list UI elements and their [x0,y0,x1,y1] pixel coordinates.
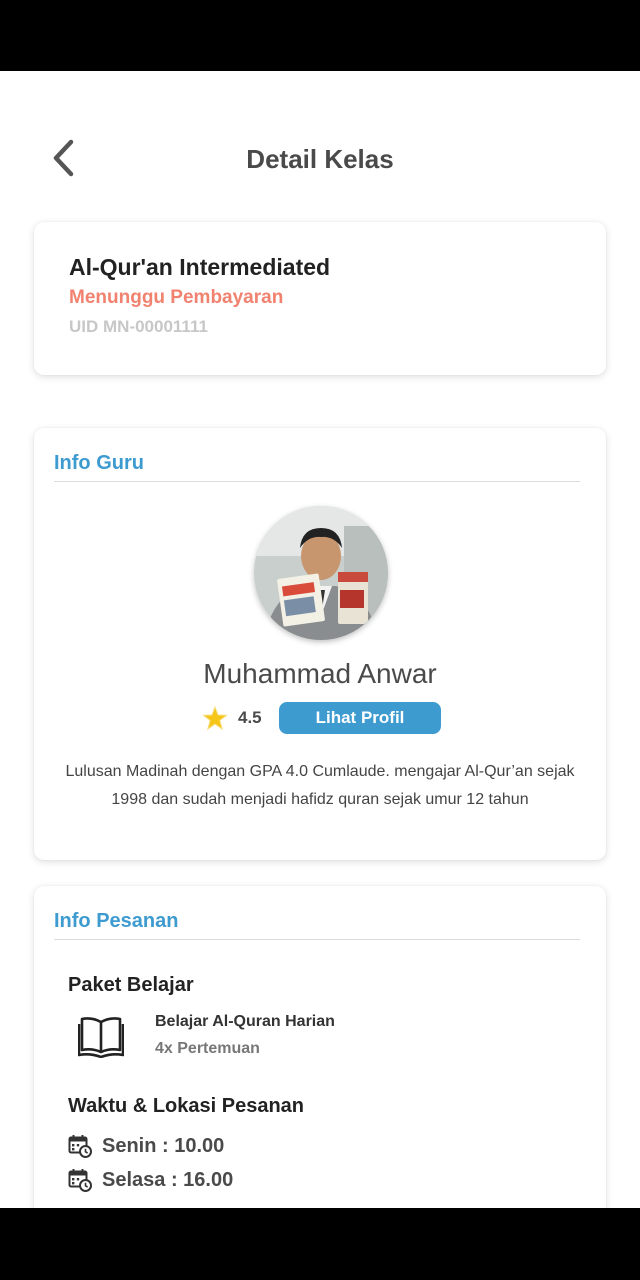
rating: 4.5 [202,702,262,734]
schedule-text: Senin : 10.00 [102,1134,225,1157]
status-bar [0,0,640,71]
package-name: Belajar Al-Quran Harian [155,1013,335,1030]
section-title-order: Info Pesanan [54,910,179,932]
header: Detail Kelas [0,120,640,200]
teacher-avatar [254,506,388,640]
rating-value: 4.5 [238,708,262,727]
schedule-item: Senin : 10.00 [68,1133,224,1159]
order-card: Info Pesanan Paket Belajar Belajar Al-Qu… [34,886,606,1226]
star-icon [202,705,228,731]
divider [54,939,580,940]
package-label: Paket Belajar [68,974,194,996]
class-status: Menunggu Pembayaran [69,287,284,308]
schedule-label: Waktu & Lokasi Pesanan [68,1095,304,1117]
schedule-item: Selasa : 16.00 [68,1167,233,1193]
class-uid: UID MN-00001111 [69,317,208,336]
system-nav-bar [0,1208,640,1280]
view-profile-button[interactable]: Lihat Profil [279,702,441,734]
divider [54,481,580,482]
teacher-card: Info Guru Muhammad Anwar 4.5 Lihat Profi… [34,428,606,860]
calendar-clock-icon [68,1135,92,1158]
section-title-guru: Info Guru [54,452,144,474]
teacher-name: Muhammad Anwar [203,658,437,689]
teacher-bio: Lulusan Madinah dengan GPA 4.0 Cumlaude.… [65,763,575,808]
book-icon [78,1017,124,1058]
page-title: Detail Kelas [246,144,394,174]
schedule-text: Selasa : 16.00 [102,1168,234,1191]
class-name: Al-Qur'an Intermediated [69,254,331,280]
calendar-clock-icon [68,1169,92,1192]
package-count: 4x Pertemuan [155,1040,260,1057]
class-card: Al-Qur'an Intermediated Menunggu Pembaya… [34,222,606,375]
